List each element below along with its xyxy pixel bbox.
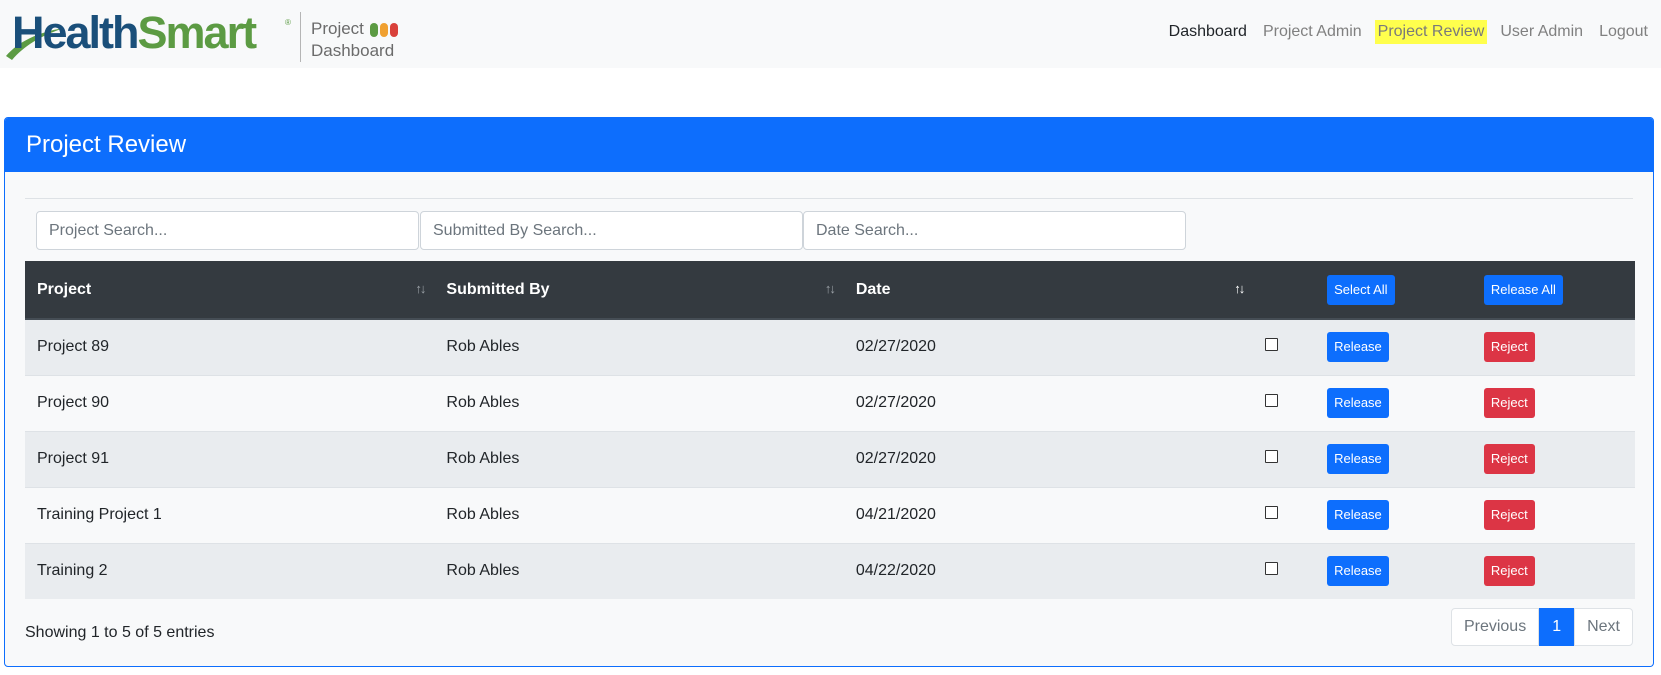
cell-date: 02/27/2020 — [843, 430, 1254, 487]
cell-release: Release — [1315, 486, 1472, 543]
brand-name: HealthSmart — [12, 7, 258, 58]
table-row: Project 89 Rob Ables 02/27/2020 Release … — [25, 318, 1635, 375]
cell-date: 02/27/2020 — [843, 318, 1254, 375]
release-button[interactable]: Release — [1327, 444, 1389, 474]
cell-reject: Reject — [1471, 318, 1635, 375]
column-header-project[interactable]: Project ↑↓ — [25, 261, 435, 320]
pagination: Previous 1 Next — [1450, 608, 1633, 646]
brand-name-smart: Smart — [137, 7, 258, 58]
cell-submitted-by: Rob Ables — [434, 542, 844, 599]
column-header-submitted-by-label: Submitted By — [446, 280, 550, 298]
pagination-next[interactable]: Next — [1574, 608, 1633, 646]
release-button[interactable]: Release — [1327, 388, 1389, 418]
pill-red — [390, 23, 398, 37]
column-header-date[interactable]: Date ↑↓ — [843, 261, 1254, 320]
column-header-project-label: Project — [37, 280, 92, 298]
cell-submitted-by: Rob Ables — [434, 486, 844, 543]
pills-icon — [370, 23, 398, 37]
card-title: Project Review — [5, 118, 1653, 172]
column-header-release-all: Release All — [1471, 261, 1635, 320]
reject-button[interactable]: Reject — [1483, 332, 1535, 363]
cell-submitted-by: Rob Ables — [434, 374, 844, 431]
sort-icon[interactable]: ↑↓ — [415, 281, 426, 296]
project-review-table: Project ↑↓ Submitted By ↑↓ Date ↑↓ Selec… — [25, 261, 1635, 599]
cell-project: Project 89 — [25, 318, 435, 375]
table-row: Training 2 Rob Ables 04/22/2020 Release … — [25, 542, 1635, 599]
cell-project: Project 90 — [25, 374, 435, 431]
release-button[interactable]: Release — [1327, 556, 1389, 587]
column-header-select-all: Select All — [1315, 261, 1472, 320]
row-checkbox[interactable] — [1265, 506, 1279, 519]
row-checkbox[interactable] — [1265, 450, 1279, 463]
navbar: HealthSmart ® Project Dashboard Dashboar… — [0, 0, 1661, 68]
cell-checkbox — [1253, 542, 1316, 599]
cell-release: Release — [1315, 374, 1472, 431]
nav-logout[interactable]: Logout — [1596, 20, 1651, 44]
cell-date: 02/27/2020 — [843, 374, 1254, 431]
cell-date: 04/21/2020 — [843, 486, 1254, 543]
cell-checkbox — [1253, 318, 1316, 375]
release-button[interactable]: Release — [1327, 500, 1389, 530]
reject-button[interactable]: Reject — [1483, 556, 1535, 587]
logo-divider — [300, 12, 301, 62]
cell-checkbox — [1253, 430, 1316, 487]
cell-date: 04/22/2020 — [843, 542, 1254, 599]
cell-reject: Reject — [1471, 374, 1635, 431]
cell-submitted-by: Rob Ables — [434, 430, 844, 487]
healthsmart-logo: HealthSmart ® Project Dashboard — [4, 7, 398, 62]
table-row: Training Project 1 Rob Ables 04/21/2020 … — [25, 486, 1635, 543]
pagination-previous[interactable]: Previous — [1450, 608, 1540, 646]
row-checkbox[interactable] — [1265, 394, 1279, 407]
select-all-button[interactable]: Select All — [1327, 274, 1395, 305]
table-row: Project 91 Rob Ables 02/27/2020 Release … — [25, 430, 1635, 487]
column-header-submitted-by[interactable]: Submitted By ↑↓ — [434, 261, 844, 320]
release-button[interactable]: Release — [1327, 332, 1389, 363]
reject-button[interactable]: Reject — [1483, 444, 1535, 474]
cell-project: Training Project 1 — [25, 486, 435, 543]
nav-user-admin[interactable]: User Admin — [1497, 20, 1586, 44]
cell-release: Release — [1315, 542, 1472, 599]
cell-reject: Reject — [1471, 486, 1635, 543]
cell-reject: Reject — [1471, 430, 1635, 487]
cell-reject: Reject — [1471, 542, 1635, 599]
nav-project-admin[interactable]: Project Admin — [1260, 20, 1365, 44]
cell-release: Release — [1315, 318, 1472, 375]
brand-logo[interactable]: HealthSmart ® Project Dashboard — [4, 7, 398, 62]
reject-button[interactable]: Reject — [1483, 500, 1535, 530]
nav-dashboard[interactable]: Dashboard — [1166, 20, 1250, 44]
project-search-input[interactable] — [36, 211, 419, 250]
entries-info: Showing 1 to 5 of 5 entries — [25, 624, 215, 641]
pill-orange — [380, 23, 388, 37]
divider — [25, 198, 1633, 199]
sort-icon[interactable]: ↑↓ — [825, 281, 836, 296]
cell-checkbox — [1253, 374, 1316, 431]
cell-release: Release — [1315, 430, 1472, 487]
table-header-row: Project ↑↓ Submitted By ↑↓ Date ↑↓ Selec… — [25, 261, 1635, 320]
submitted-by-search-input[interactable] — [420, 211, 803, 250]
brand-name-health: Health — [12, 7, 140, 58]
cell-project: Training 2 — [25, 542, 435, 599]
date-search-input[interactable] — [803, 211, 1186, 250]
reject-button[interactable]: Reject — [1483, 388, 1535, 418]
brand-subtitle-line2: Dashboard — [311, 41, 395, 60]
table-row: Project 90 Rob Ables 02/27/2020 Release … — [25, 374, 1635, 431]
column-header-checkbox — [1253, 261, 1316, 320]
release-all-button[interactable]: Release All — [1483, 274, 1563, 305]
cell-project: Project 91 — [25, 430, 435, 487]
project-review-card: Project Review Project ↑↓ Submitted By ↑… — [4, 117, 1654, 667]
column-header-date-label: Date — [855, 280, 891, 298]
pagination-page-1[interactable]: 1 — [1539, 608, 1575, 646]
cell-submitted-by: Rob Ables — [434, 318, 844, 375]
cell-checkbox — [1253, 486, 1316, 543]
sort-icon-active[interactable]: ↑↓ — [1234, 281, 1245, 296]
nav-project-review[interactable]: Project Review — [1374, 20, 1488, 44]
row-checkbox[interactable] — [1265, 562, 1279, 576]
nav-links: Dashboard Project Admin Project Review U… — [1156, 20, 1651, 44]
pill-green — [370, 23, 378, 37]
row-checkbox[interactable] — [1265, 338, 1279, 352]
registered-mark: ® — [285, 18, 291, 27]
